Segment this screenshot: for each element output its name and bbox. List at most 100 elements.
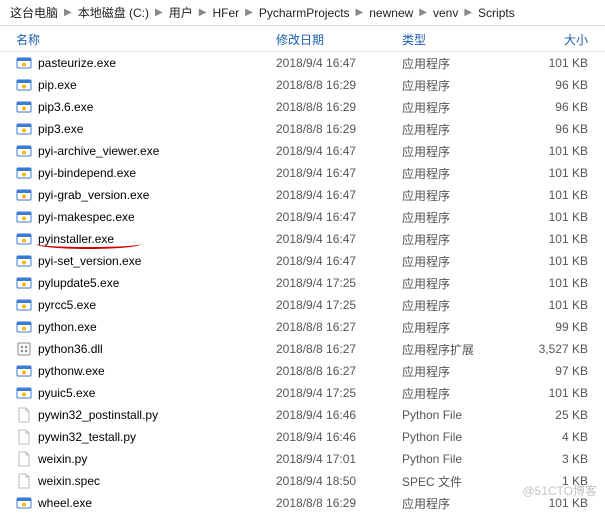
file-name: python.exe — [38, 320, 276, 334]
exe-icon — [16, 297, 32, 313]
file-date: 2018/9/4 18:50 — [276, 474, 402, 488]
exe-icon — [16, 319, 32, 335]
file-type: 应用程序 — [402, 275, 522, 292]
file-date: 2018/9/4 16:46 — [276, 408, 402, 422]
file-size: 101 KB — [522, 496, 598, 510]
file-type: 应用程序 — [402, 253, 522, 270]
file-date: 2018/8/8 16:27 — [276, 342, 402, 356]
file-name: pywin32_testall.py — [38, 430, 276, 444]
exe-icon — [16, 99, 32, 115]
file-type: 应用程序 — [402, 99, 522, 116]
chevron-right-icon: ▶ — [417, 7, 429, 18]
file-row[interactable]: pyi-makespec.exe2018/9/4 16:47应用程序101 KB — [0, 206, 605, 228]
file-size: 25 KB — [522, 408, 598, 422]
file-row[interactable]: pyuic5.exe2018/9/4 17:25应用程序101 KB — [0, 382, 605, 404]
file-name: weixin.spec — [38, 474, 276, 488]
file-row[interactable]: pip3.6.exe2018/8/8 16:29应用程序96 KB — [0, 96, 605, 118]
column-header-name[interactable]: 名称 — [16, 31, 276, 48]
file-row[interactable]: pyinstaller.exe2018/9/4 16:47应用程序101 KB — [0, 228, 605, 250]
file-row[interactable]: pasteurize.exe2018/9/4 16:47应用程序101 KB — [0, 52, 605, 74]
chevron-right-icon: ▶ — [243, 7, 255, 18]
file-row[interactable]: pythonw.exe2018/8/8 16:27应用程序97 KB — [0, 360, 605, 382]
file-date: 2018/9/4 17:01 — [276, 452, 402, 466]
breadcrumb-item[interactable]: 这台电脑 — [6, 2, 62, 23]
breadcrumb-item[interactable]: newnew — [365, 4, 417, 22]
dll-icon — [16, 341, 32, 357]
exe-icon — [16, 77, 32, 93]
file-type: Python File — [402, 408, 522, 422]
file-date: 2018/9/4 17:25 — [276, 276, 402, 290]
file-row[interactable]: pyrcc5.exe2018/9/4 17:25应用程序101 KB — [0, 294, 605, 316]
file-row[interactable]: wheel.exe2018/8/8 16:29应用程序101 KB — [0, 492, 605, 514]
file-size: 101 KB — [522, 188, 598, 202]
file-size: 101 KB — [522, 144, 598, 158]
file-name: pyi-set_version.exe — [38, 254, 276, 268]
file-type: 应用程序 — [402, 77, 522, 94]
file-size: 101 KB — [522, 210, 598, 224]
file-type: 应用程序 — [402, 231, 522, 248]
file-size: 101 KB — [522, 232, 598, 246]
exe-icon — [16, 55, 32, 71]
file-row[interactable]: pylupdate5.exe2018/9/4 17:25应用程序101 KB — [0, 272, 605, 294]
file-name: pywin32_postinstall.py — [38, 408, 276, 422]
exe-icon — [16, 121, 32, 137]
file-type: Python File — [402, 430, 522, 444]
breadcrumb-item[interactable]: 用户 — [165, 2, 197, 23]
exe-icon — [16, 495, 32, 511]
python-file-icon — [16, 451, 32, 467]
file-date: 2018/9/4 16:47 — [276, 210, 402, 224]
breadcrumb-item[interactable]: PycharmProjects — [255, 4, 354, 22]
file-size: 96 KB — [522, 78, 598, 92]
file-row[interactable]: pip3.exe2018/8/8 16:29应用程序96 KB — [0, 118, 605, 140]
file-row[interactable]: python.exe2018/8/8 16:27应用程序99 KB — [0, 316, 605, 338]
file-row[interactable]: python36.dll2018/8/8 16:27应用程序扩展3,527 KB — [0, 338, 605, 360]
file-name: pyi-bindepend.exe — [38, 166, 276, 180]
file-type: 应用程序 — [402, 385, 522, 402]
file-name: pyrcc5.exe — [38, 298, 276, 312]
file-row[interactable]: weixin.spec2018/9/4 18:50SPEC 文件1 KB — [0, 470, 605, 492]
column-header-date[interactable]: 修改日期 — [276, 31, 402, 48]
file-date: 2018/8/8 16:29 — [276, 496, 402, 510]
file-date: 2018/9/4 17:25 — [276, 386, 402, 400]
file-row[interactable]: pyi-grab_version.exe2018/9/4 16:47应用程序10… — [0, 184, 605, 206]
breadcrumb-item[interactable]: venv — [429, 4, 462, 22]
file-size: 101 KB — [522, 56, 598, 70]
file-type: SPEC 文件 — [402, 473, 522, 490]
file-type: 应用程序 — [402, 121, 522, 138]
chevron-right-icon: ▶ — [462, 7, 474, 18]
chevron-right-icon: ▶ — [197, 7, 209, 18]
file-name: pyi-grab_version.exe — [38, 188, 276, 202]
file-row[interactable]: pywin32_postinstall.py2018/9/4 16:46Pyth… — [0, 404, 605, 426]
breadcrumb-item[interactable]: 本地磁盘 (C:) — [74, 2, 153, 23]
file-name: pip3.6.exe — [38, 100, 276, 114]
file-date: 2018/8/8 16:27 — [276, 320, 402, 334]
file-date: 2018/9/4 16:47 — [276, 56, 402, 70]
breadcrumb-item[interactable]: Scripts — [474, 4, 519, 22]
file-date: 2018/9/4 16:46 — [276, 430, 402, 444]
file-row[interactable]: pyi-bindepend.exe2018/9/4 16:47应用程序101 K… — [0, 162, 605, 184]
file-size: 101 KB — [522, 276, 598, 290]
file-row[interactable]: pyi-set_version.exe2018/9/4 16:47应用程序101… — [0, 250, 605, 272]
file-type: 应用程序 — [402, 297, 522, 314]
file-list: pasteurize.exe2018/9/4 16:47应用程序101 KBpi… — [0, 52, 605, 514]
file-type: 应用程序 — [402, 319, 522, 336]
file-size: 101 KB — [522, 166, 598, 180]
file-name: weixin.py — [38, 452, 276, 466]
breadcrumb-item[interactable]: HFer — [208, 4, 243, 22]
file-name: wheel.exe — [38, 496, 276, 510]
column-header-size[interactable]: 大小 — [522, 31, 598, 48]
file-row[interactable]: pyi-archive_viewer.exe2018/9/4 16:47应用程序… — [0, 140, 605, 162]
python-file-icon — [16, 407, 32, 423]
file-size: 4 KB — [522, 430, 598, 444]
file-row[interactable]: weixin.py2018/9/4 17:01Python File3 KB — [0, 448, 605, 470]
file-name: pythonw.exe — [38, 364, 276, 378]
exe-icon — [16, 143, 32, 159]
column-header-type[interactable]: 类型 — [402, 31, 522, 48]
file-name: pyi-archive_viewer.exe — [38, 144, 276, 158]
file-row[interactable]: pip.exe2018/8/8 16:29应用程序96 KB — [0, 74, 605, 96]
chevron-right-icon: ▶ — [62, 7, 74, 18]
file-date: 2018/9/4 16:47 — [276, 144, 402, 158]
file-name: pyi-makespec.exe — [38, 210, 276, 224]
file-size: 101 KB — [522, 386, 598, 400]
file-row[interactable]: pywin32_testall.py2018/9/4 16:46Python F… — [0, 426, 605, 448]
